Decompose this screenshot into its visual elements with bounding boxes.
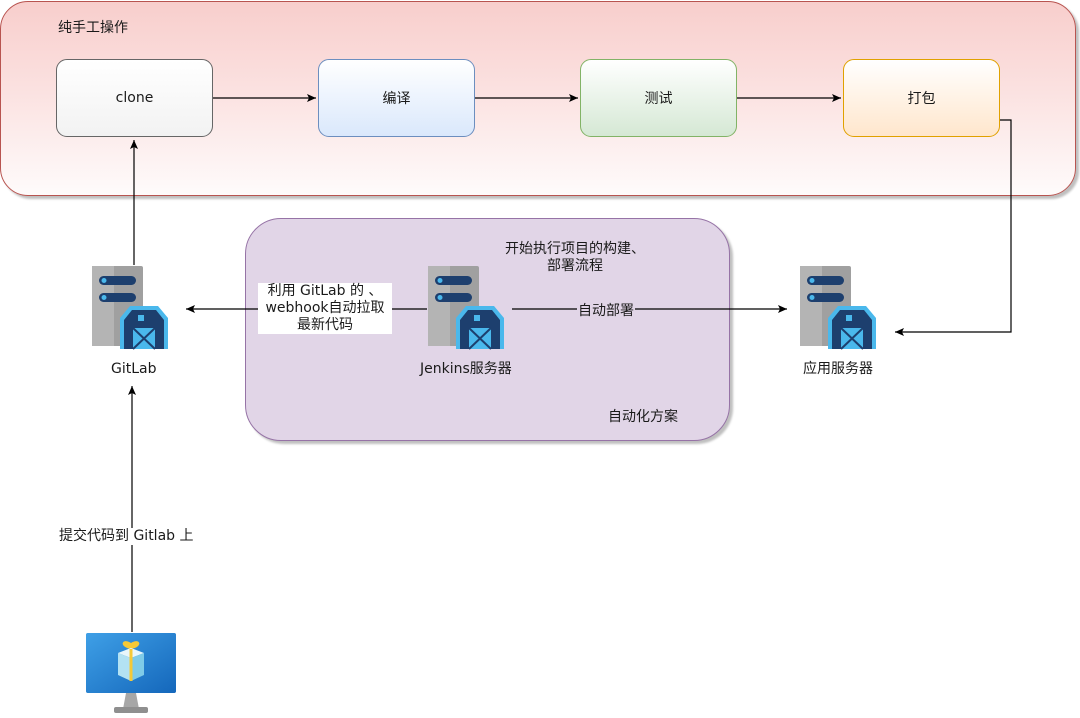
gitlab-label: GitLab	[111, 361, 157, 377]
webhook-edge-label: 利用 GitLab 的 、webhook自动拉取最新代码	[258, 283, 392, 334]
commit-edge-label: 提交代码到 Gitlab 上	[58, 528, 195, 545]
diagram-canvas: 纯手工操作 自动化方案 clone 编译 测试 打包 GitLab Jenkin…	[0, 0, 1080, 718]
gitlab-server-icon[interactable]	[92, 266, 168, 350]
app-server-label: 应用服务器	[803, 361, 873, 377]
jenkins-label: Jenkins服务器	[420, 361, 512, 377]
arrow-package-to-app-server	[895, 119, 1012, 336]
deploy-edge-label: 自动部署	[577, 303, 635, 320]
jenkins-server-icon[interactable]	[428, 266, 504, 350]
connector-layer	[86, 94, 1012, 713]
developer-monitor-icon[interactable]	[86, 633, 176, 713]
jenkins-flow-note: 开始执行项目的构建、部署流程	[505, 241, 645, 274]
app-server-icon[interactable]	[800, 266, 876, 350]
